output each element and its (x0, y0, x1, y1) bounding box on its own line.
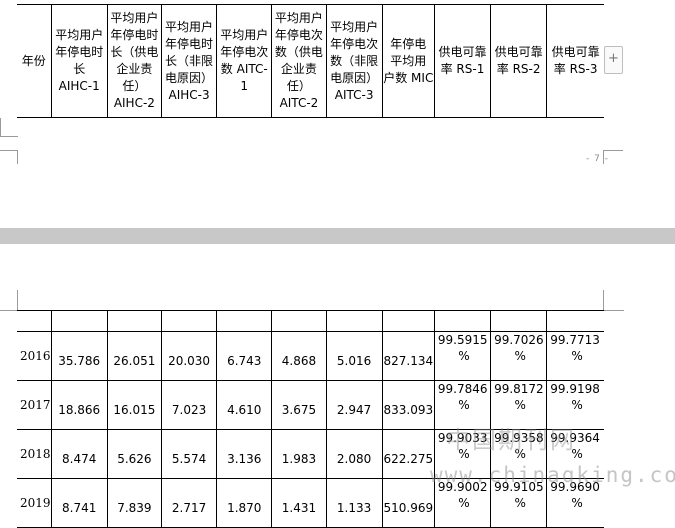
table-cell-empty (325, 310, 383, 332)
page-separator (0, 228, 675, 244)
aihc3-cell: 7.023 (160, 380, 218, 430)
header-cell-rs1: 供电可靠 率 RS-1 (433, 4, 492, 118)
table-cell-empty (490, 310, 548, 332)
watermark-logo-text: 中国期刊网 (446, 426, 576, 454)
aihc1-cell: 8.474 (50, 429, 108, 479)
aihc2-cell: 7.839 (106, 478, 162, 528)
percent-sign: % (514, 496, 526, 510)
page-number: - 7 - (586, 154, 609, 164)
crop-mark (0, 150, 18, 151)
percent-sign: % (571, 349, 583, 363)
percent-sign: % (458, 496, 470, 510)
year-cell: 2018 (17, 429, 52, 479)
rs3-cell: 99.7713% (546, 331, 604, 381)
year-cell: 2017 (17, 380, 52, 430)
data-table: 2016 35.786 26.051 20.030 6.743 4.868 5.… (17, 310, 604, 528)
mic-cell: 827.134 (381, 331, 435, 381)
header-row: 年份 平均用户 年停电时 长 AIHC-1 平均用户 年停电时 长（供电 企业责… (17, 4, 604, 118)
percent-sign: % (571, 496, 583, 510)
aitc1-cell: 6.743 (216, 331, 273, 381)
rs3-value: 99.9198 (550, 382, 600, 396)
year-cell: 2016 (17, 331, 52, 381)
crop-mark (604, 310, 624, 311)
mic-cell: 622.275 (381, 429, 435, 479)
percent-sign: % (514, 398, 526, 412)
table-cell-empty (546, 310, 604, 332)
percent-sign: % (514, 349, 526, 363)
table-row-blank (17, 310, 604, 332)
rs1-cell: 99.5915% (433, 331, 492, 381)
aihc1-cell: 8.741 (50, 478, 108, 528)
aitc2-cell: 3.675 (271, 380, 327, 430)
table-cell-empty (106, 310, 162, 332)
header-cell-rs2: 供电可靠 率 RS-2 (490, 4, 548, 118)
table-cell-empty (433, 310, 492, 332)
crop-mark (17, 290, 18, 310)
header-cell-aitc3: 平均用户 年停电次 数（非限 电原因） AITC-3 (325, 4, 383, 118)
rs1-value: 99.7846 (437, 382, 488, 396)
rs3-value: 99.7713 (550, 333, 600, 347)
header-cell-aihc3: 平均用户 年停电时 长（非限 电原因） AIHC-3 (160, 4, 218, 118)
aihc2-cell: 16.015 (106, 380, 162, 430)
table-cell-empty (271, 310, 327, 332)
aihc2-cell: 26.051 (106, 331, 162, 381)
header-cell-year: 年份 (17, 4, 52, 118)
rs2-cell: 99.7026% (490, 331, 548, 381)
header-cell-rs3: 供电可靠 率 RS-3 (546, 4, 604, 118)
aihc1-cell: 35.786 (50, 331, 108, 381)
crop-mark (0, 136, 18, 137)
aitc1-cell: 3.136 (216, 429, 273, 479)
crop-mark (17, 150, 18, 164)
aitc1-cell: 1.870 (216, 478, 273, 528)
aitc2-cell: 1.431 (271, 478, 327, 528)
mic-cell: 833.093 (381, 380, 435, 430)
year-cell: 2019 (17, 478, 52, 528)
add-column-button[interactable]: + (604, 46, 623, 74)
header-cell-aitc1: 平均用户 年停电次 数 AITC-1 (216, 4, 273, 118)
header-cell-mic: 年停电 平均用 户数 MIC (381, 4, 435, 118)
table-cell-empty (50, 310, 108, 332)
header-cell-aitc2: 平均用户 年停电次 数（供电 企业责 任） AITC-2 (271, 4, 327, 118)
watermark-url: www.chinaqking.com (430, 463, 675, 487)
header-cell-aihc2: 平均用户 年停电时 长（供电 企业责 任） AIHC-2 (106, 4, 162, 118)
aihc3-cell: 5.574 (160, 429, 218, 479)
aitc3-cell: 5.016 (325, 331, 383, 381)
header-table: 年份 平均用户 年停电时 长 AIHC-1 平均用户 年停电时 长（供电 企业责… (17, 4, 604, 118)
aitc2-cell: 4.868 (271, 331, 327, 381)
header-cell-aihc1: 平均用户 年停电时 长 AIHC-1 (50, 4, 108, 118)
table-cell-empty (216, 310, 273, 332)
aitc3-cell: 2.080 (325, 429, 383, 479)
aihc2-cell: 5.626 (106, 429, 162, 479)
table-row: 2016 35.786 26.051 20.030 6.743 4.868 5.… (17, 331, 604, 381)
aihc3-cell: 20.030 (160, 331, 218, 381)
aitc2-cell: 1.983 (271, 429, 327, 479)
crop-mark (0, 310, 17, 311)
percent-sign: % (458, 398, 470, 412)
crop-mark (0, 118, 1, 136)
rs2-value: 99.8172 (494, 382, 544, 396)
aitc1-cell: 4.610 (216, 380, 273, 430)
mic-cell: 510.969 (381, 478, 435, 528)
crop-mark (603, 150, 623, 151)
aihc3-cell: 2.717 (160, 478, 218, 528)
percent-sign: % (458, 349, 470, 363)
aitc3-cell: 1.133 (325, 478, 383, 528)
rs1-value: 99.5915 (437, 333, 488, 347)
aitc3-cell: 2.947 (325, 380, 383, 430)
aihc1-cell: 18.866 (50, 380, 108, 430)
rs2-value: 99.7026 (494, 333, 544, 347)
crop-mark (603, 290, 604, 310)
table-cell-empty (381, 310, 435, 332)
percent-sign: % (571, 398, 583, 412)
table-cell-empty (17, 310, 52, 332)
table-cell-empty (160, 310, 218, 332)
